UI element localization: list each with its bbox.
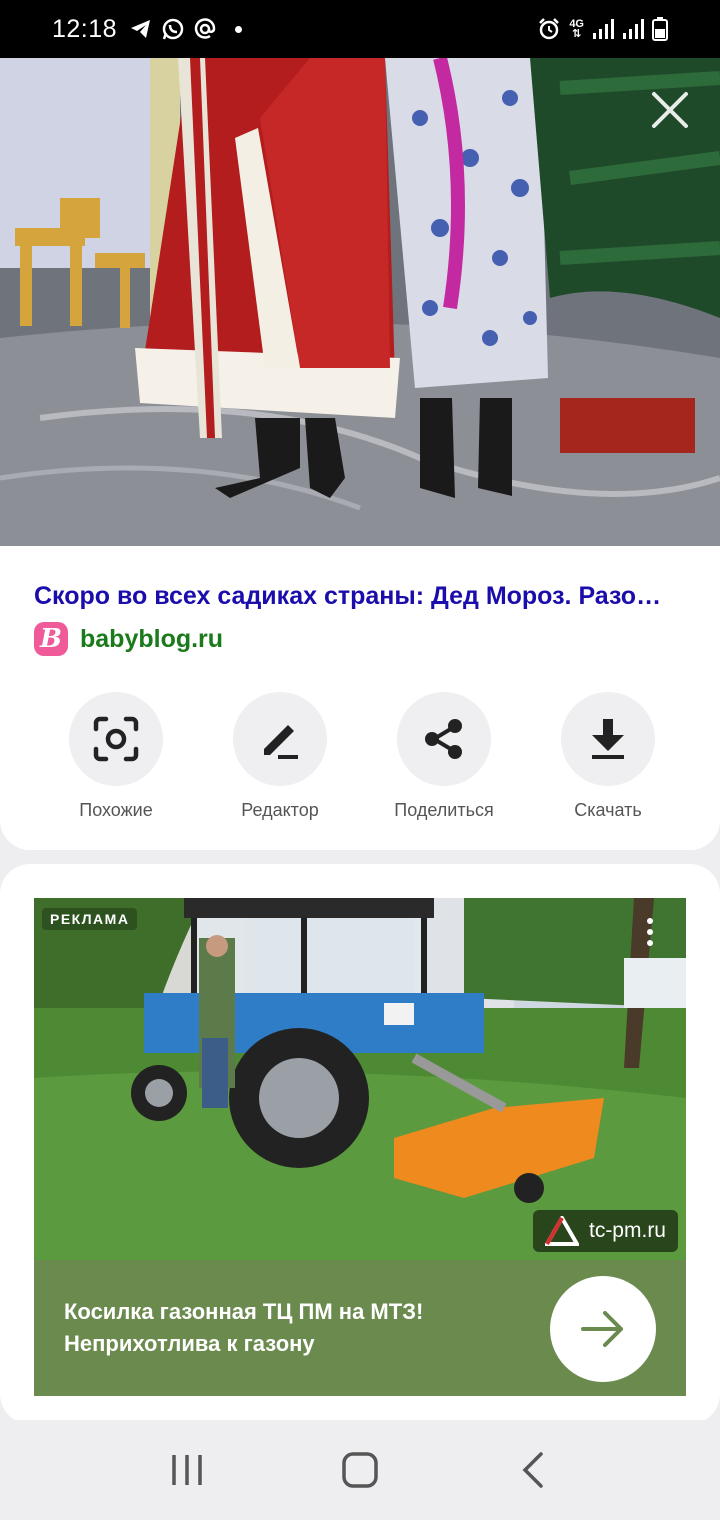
home-icon bbox=[342, 1452, 378, 1488]
editor-button-circle bbox=[233, 692, 327, 786]
action-buttons: Похожие Редактор Поделиться Скачать bbox=[0, 692, 720, 821]
similar-search-icon bbox=[93, 716, 139, 762]
alarm-icon bbox=[539, 18, 560, 40]
babyblog-logo-icon: B bbox=[34, 622, 68, 656]
ad-image[interactable]: РЕКЛАМА tc-pm.ru bbox=[34, 898, 686, 1260]
status-bar: 12:18 4G ⇅ bbox=[0, 0, 720, 58]
similar-button[interactable]: Похожие bbox=[34, 692, 198, 821]
share-button-circle bbox=[397, 692, 491, 786]
download-button-label: Скачать bbox=[574, 800, 642, 820]
image-preview[interactable] bbox=[0, 58, 720, 548]
back-button[interactable] bbox=[493, 1430, 573, 1510]
download-button[interactable]: Скачать bbox=[526, 692, 690, 821]
signal-icon bbox=[623, 19, 644, 39]
notification-icons bbox=[129, 17, 243, 41]
source-link[interactable]: B babyblog.ru bbox=[34, 622, 223, 656]
similar-button-circle bbox=[69, 692, 163, 786]
ad-photo bbox=[34, 898, 686, 1260]
data-arrows-icon: ⇅ bbox=[572, 28, 582, 40]
status-time: 12:18 bbox=[52, 14, 118, 43]
source-logo-letter: B bbox=[40, 624, 62, 654]
ad-source-badge: tc-pm.ru bbox=[532, 1210, 678, 1252]
home-button[interactable] bbox=[320, 1430, 400, 1510]
editor-button-label: Редактор bbox=[241, 800, 319, 820]
recent-apps-icon bbox=[171, 1455, 202, 1485]
ad-headline: Косилка газонная ТЦ ПМ на МТЗ! Неприхотл… bbox=[64, 1299, 424, 1356]
ad-open-button[interactable] bbox=[550, 1276, 656, 1382]
share-button[interactable]: Поделиться bbox=[362, 692, 526, 821]
share-icon bbox=[425, 719, 462, 759]
more-dot-icon bbox=[647, 918, 653, 924]
ad-menu-button[interactable] bbox=[630, 910, 670, 954]
arrow-right-icon bbox=[581, 1311, 623, 1347]
similar-button-label: Похожие bbox=[79, 800, 153, 820]
telegram-icon bbox=[131, 20, 151, 38]
image-info-card: Скоро во всех садиках страны: Дед Мороз.… bbox=[0, 546, 720, 850]
ad-text-panel[interactable]: Косилка газонная ТЦ ПМ на МТЗ! Неприхотл… bbox=[34, 1260, 686, 1396]
back-icon bbox=[522, 1452, 544, 1488]
share-button-label: Поделиться bbox=[394, 800, 494, 820]
ad-label-badge: РЕКЛАМА bbox=[42, 908, 138, 930]
ad-card: РЕКЛАМА tc-pm.ru Косилка газонная ТЦ ПМ … bbox=[0, 864, 720, 1424]
download-button-circle bbox=[561, 692, 655, 786]
more-notifications-dot bbox=[235, 25, 243, 33]
source-domain: babyblog.ru bbox=[80, 624, 224, 653]
download-icon bbox=[592, 719, 624, 759]
system-icons: 4G ⇅ bbox=[537, 17, 668, 41]
editor-button[interactable]: Редактор bbox=[198, 692, 362, 821]
ad-source-domain: tc-pm.ru bbox=[588, 1219, 666, 1242]
more-dot-icon bbox=[647, 929, 653, 935]
preview-photo bbox=[0, 58, 720, 548]
at-sign-icon bbox=[194, 18, 216, 39]
battery-icon bbox=[652, 17, 668, 41]
network-type-indicator: 4G ⇅ bbox=[569, 19, 584, 40]
pencil-icon bbox=[264, 725, 298, 759]
more-dot-icon bbox=[647, 940, 653, 946]
close-icon[interactable] bbox=[648, 88, 692, 132]
result-title-link[interactable]: Скоро во всех садиках страны: Дед Мороз.… bbox=[34, 582, 684, 611]
tc-pm-logo-icon bbox=[544, 1216, 579, 1246]
recent-apps-button[interactable] bbox=[147, 1430, 227, 1510]
whatsapp-icon bbox=[162, 18, 184, 40]
system-navigation-bar bbox=[0, 1420, 720, 1520]
signal-icon bbox=[593, 19, 614, 39]
